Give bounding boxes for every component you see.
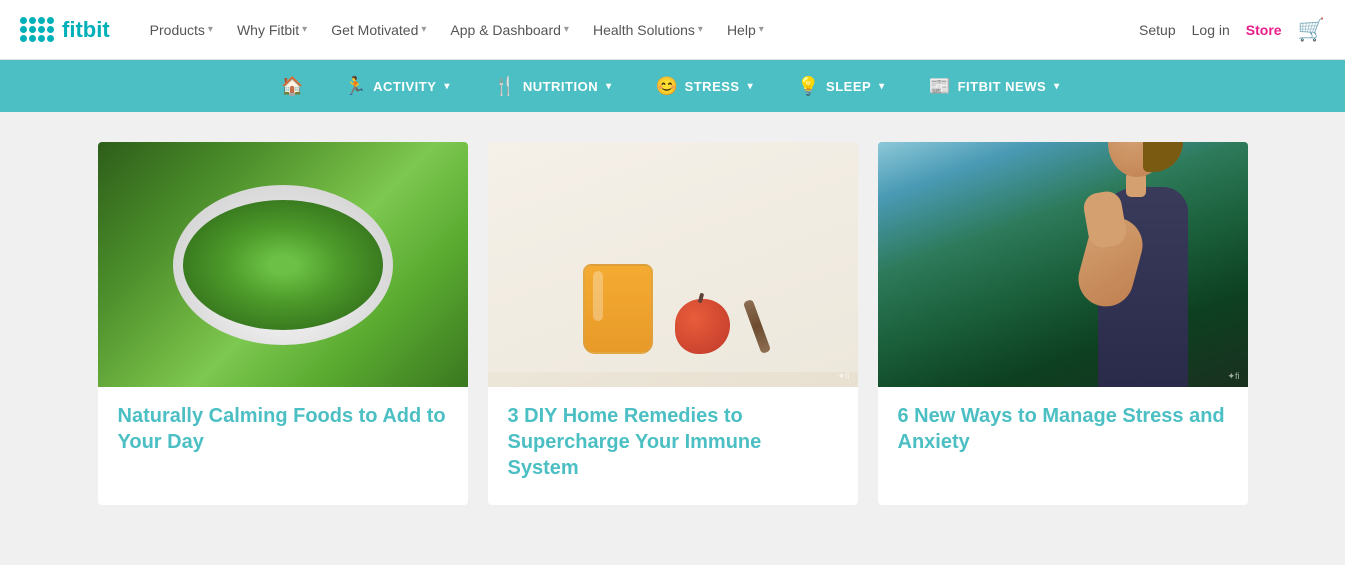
apple-fruit <box>675 299 730 354</box>
cart-icon[interactable]: 🛒 <box>1298 17 1325 43</box>
chevron-down-icon: ▾ <box>698 24 703 35</box>
nav-products[interactable]: Products ▾ <box>140 14 223 46</box>
nutrition-icon: 🍴 <box>494 76 517 97</box>
news-icon: 📰 <box>929 76 952 97</box>
chevron-down-icon: ▾ <box>748 81 754 92</box>
card-1-title: Naturally Calming Foods to Add to Your D… <box>118 403 448 455</box>
card-3-image: ✦fi <box>878 142 1248 387</box>
card-3-title: 6 New Ways to Manage Stress and Anxiety <box>898 403 1228 455</box>
chevron-down-icon: ▾ <box>606 81 612 92</box>
home-icon: 🏠 <box>281 76 304 97</box>
logo-text: fitbit <box>62 17 110 43</box>
sleep-icon: 💡 <box>797 76 820 97</box>
nav-app-dashboard[interactable]: App & Dashboard ▾ <box>440 14 579 46</box>
nav-home[interactable]: 🏠 <box>263 60 322 112</box>
nav-right-group: Setup Log in Store 🛒 <box>1139 17 1325 43</box>
activity-icon: 🏃 <box>344 76 367 97</box>
fitbit-watermark-2: ✦fi <box>1227 371 1239 382</box>
nav-health-solutions[interactable]: Health Solutions ▾ <box>583 14 713 46</box>
secondary-navigation: 🏠 🏃 ACTIVITY ▾ 🍴 NUTRITION ▾ 😊 STRESS ▾ … <box>0 60 1345 112</box>
stress-icon: 😊 <box>656 76 679 97</box>
logo[interactable]: fitbit <box>20 17 110 43</box>
chevron-down-icon: ▾ <box>444 81 450 92</box>
card-1[interactable]: Naturally Calming Foods to Add to Your D… <box>98 142 468 505</box>
nav-activity[interactable]: 🏃 ACTIVITY ▾ <box>322 60 472 112</box>
chevron-down-icon: ▾ <box>208 24 213 35</box>
nav-stress[interactable]: 😊 STRESS ▾ <box>634 60 775 112</box>
card-2-body: 3 DIY Home Remedies to Supercharge Your … <box>488 387 858 505</box>
nav-fitbit-news[interactable]: 📰 FITBIT NEWS ▾ <box>907 60 1082 112</box>
chevron-down-icon: ▾ <box>879 81 885 92</box>
fitbit-watermark: ✦fi <box>837 371 849 382</box>
nav-sleep[interactable]: 💡 SLEEP ▾ <box>775 60 907 112</box>
nav-get-motivated[interactable]: Get Motivated ▾ <box>321 14 436 46</box>
login-link[interactable]: Log in <box>1192 22 1230 38</box>
main-nav-links: Products ▾ Why Fitbit ▾ Get Motivated ▾ … <box>140 14 1139 46</box>
chevron-down-icon: ▾ <box>421 24 426 35</box>
card-2[interactable]: ✦fi 3 DIY Home Remedies to Supercharge Y… <box>488 142 858 505</box>
cinnamon-stick <box>743 299 771 354</box>
card-3[interactable]: ✦fi 6 New Ways to Manage Stress and Anxi… <box>878 142 1248 505</box>
logo-dots <box>20 17 54 42</box>
chevron-down-icon: ▾ <box>564 24 569 35</box>
card-2-image: ✦fi <box>488 142 858 387</box>
store-link[interactable]: Store <box>1246 22 1282 38</box>
setup-link[interactable]: Setup <box>1139 22 1176 38</box>
card-1-body: Naturally Calming Foods to Add to Your D… <box>98 387 468 479</box>
chevron-down-icon: ▾ <box>302 24 307 35</box>
card-2-title: 3 DIY Home Remedies to Supercharge Your … <box>508 403 838 481</box>
card-3-body: 6 New Ways to Manage Stress and Anxiety <box>878 387 1248 479</box>
chevron-down-icon: ▾ <box>759 24 764 35</box>
chevron-down-icon: ▾ <box>1054 81 1060 92</box>
smoothie-glass <box>583 264 653 354</box>
nav-nutrition[interactable]: 🍴 NUTRITION ▾ <box>472 60 634 112</box>
nav-why-fitbit[interactable]: Why Fitbit ▾ <box>227 14 317 46</box>
top-navigation: fitbit Products ▾ Why Fitbit ▾ Get Motiv… <box>0 0 1345 60</box>
main-content: Naturally Calming Foods to Add to Your D… <box>0 112 1345 535</box>
nav-help[interactable]: Help ▾ <box>717 14 774 46</box>
card-1-image <box>98 142 468 387</box>
